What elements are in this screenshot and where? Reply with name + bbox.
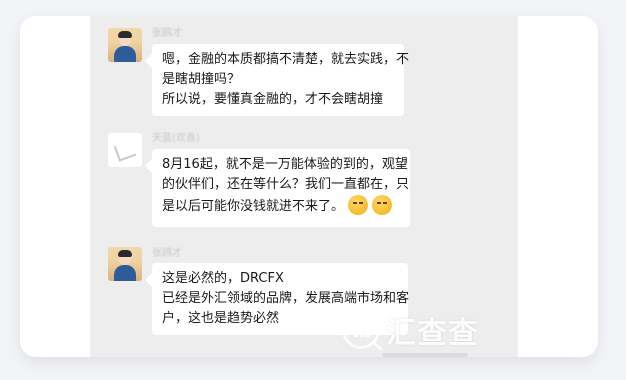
message-text-line: 的伙伴们，还在等什么？我们一直都在，只 xyxy=(162,177,410,192)
message-text-line: 是瞎胡撞吗？ xyxy=(162,72,241,87)
message-text-line: 所以说，要懂真金融的，才不会瞎胡撞 xyxy=(162,92,384,107)
message-text-line: 8月16起，就不是一万能体验的到的，观望 xyxy=(162,157,408,172)
message-bubble[interactable]: 嗯，金融的本质都搞不清楚，就去实践，不 是瞎胡撞吗？ 所以说，要懂真金融的，才不… xyxy=(152,44,410,116)
message-text-line: 已经是外汇领域的品牌，发展高端市场和客 xyxy=(162,291,410,306)
message-text-line: 嗯，金融的本质都搞不清楚，就去实践，不 xyxy=(162,52,410,67)
sketch-avatar[interactable] xyxy=(108,133,142,167)
thinking-emoji-icon xyxy=(372,195,393,215)
message-text-line: 是以后可能你没钱就进不来了。 xyxy=(162,195,400,219)
sender-name: 天蓝(欢喜) xyxy=(152,133,200,144)
sender-name: 张鸥才 xyxy=(152,28,182,39)
chat-area[interactable]: 张鸥才 嗯，金融的本质都搞不清楚，就去实践，不 是瞎胡撞吗？ 所以说，要懂真金融… xyxy=(90,16,518,357)
user-photo-avatar[interactable] xyxy=(108,247,142,281)
watermark-text: 汇查查 xyxy=(386,316,479,351)
user-photo-avatar[interactable] xyxy=(108,28,142,62)
watermark: 汇查查 xyxy=(342,308,479,352)
thinking-emoji-icon xyxy=(348,195,369,215)
message-text: 是以后可能你没钱就进不来了。 xyxy=(162,199,345,214)
message-bubble[interactable]: 8月16起，就不是一万能体验的到的，观望 的伙伴们，还在等什么？我们一直都在，只… xyxy=(152,149,410,227)
screenshot-card: 张鸥才 嗯，金融的本质都搞不清楚，就去实践，不 是瞎胡撞吗？ 所以说，要懂真金融… xyxy=(20,16,598,357)
scroll-indicator[interactable] xyxy=(382,353,468,357)
sender-name: 张鸥才 xyxy=(152,248,182,259)
chart-search-logo-icon xyxy=(342,311,383,352)
message-text-line: 这是必然的，DRCFX xyxy=(162,271,284,286)
